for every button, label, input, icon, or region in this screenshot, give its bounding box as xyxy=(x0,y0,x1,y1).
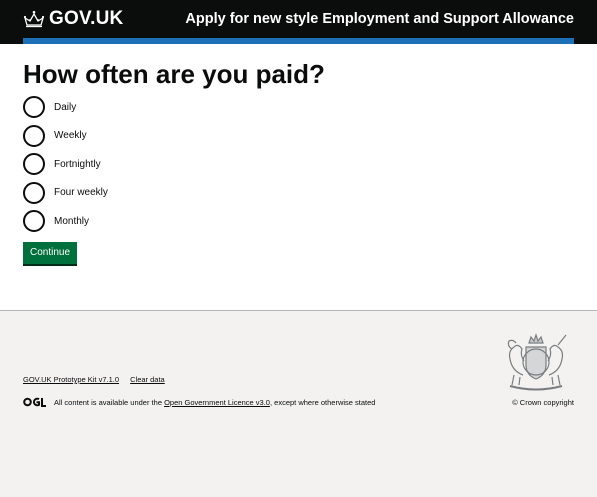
licence-row: All content is available under the Open … xyxy=(23,397,375,407)
continue-button[interactable]: Continue xyxy=(23,241,78,264)
radio-option-daily[interactable]: Daily xyxy=(23,96,574,118)
radio-input-monthly[interactable] xyxy=(23,210,45,233)
site-footer: GOV.UK Prototype Kit v7.1.0 Clear data A… xyxy=(0,310,597,497)
crown-icon xyxy=(23,10,45,28)
radio-option-weekly[interactable]: Weekly xyxy=(23,124,574,147)
radio-label-weekly: Weekly xyxy=(54,130,87,142)
clear-data-link[interactable]: Clear data xyxy=(130,375,165,384)
govuk-logo-link[interactable]: GOV.UK xyxy=(23,8,123,30)
header-blue-bar xyxy=(23,38,574,44)
site-header: GOV.UK Apply for new style Employment an… xyxy=(0,0,597,44)
ogl-icon xyxy=(23,397,46,407)
logo-text: GOV.UK xyxy=(49,8,124,29)
header-container: GOV.UK Apply for new style Employment an… xyxy=(23,0,574,38)
footer-links: GOV.UK Prototype Kit v7.1.0 Clear data xyxy=(23,375,165,384)
licence-suffix: , except where otherwise stated xyxy=(269,397,376,407)
service-name-link[interactable]: Apply for new style Employment and Suppo… xyxy=(185,11,574,27)
radio-option-monthly[interactable]: Monthly xyxy=(23,210,574,233)
radio-label-daily: Daily xyxy=(54,101,77,113)
radio-option-fortnightly[interactable]: Fortnightly xyxy=(23,153,574,176)
open-government-licence-link[interactable]: Open Government Licence v3.0 xyxy=(164,398,270,407)
radio-input-fortnightly[interactable] xyxy=(23,153,45,176)
radio-label-four-weekly: Four weekly xyxy=(54,187,108,199)
page-heading: How often are you paid? xyxy=(23,59,325,89)
radio-option-four-weekly[interactable]: Four weekly xyxy=(23,181,574,204)
prototype-kit-link[interactable]: GOV.UK Prototype Kit v7.1.0 xyxy=(23,375,119,384)
radio-input-four-weekly[interactable] xyxy=(23,181,45,204)
licence-prefix: All content is available under the xyxy=(54,397,165,407)
radio-input-weekly[interactable] xyxy=(23,124,45,147)
main-content: How often are you paid? Daily Weekly For… xyxy=(23,58,574,264)
radio-input-daily[interactable] xyxy=(23,96,45,118)
radio-label-fortnightly: Fortnightly xyxy=(54,158,101,170)
pay-frequency-radios: Daily Weekly Fortnightly Four weekly Mon… xyxy=(23,96,574,233)
crown-copyright-link[interactable]: © Crown copyright xyxy=(512,398,574,407)
royal-crest-icon xyxy=(507,333,567,391)
radio-label-monthly: Monthly xyxy=(54,215,90,227)
licence-text: All content is available under the Open … xyxy=(54,398,375,407)
